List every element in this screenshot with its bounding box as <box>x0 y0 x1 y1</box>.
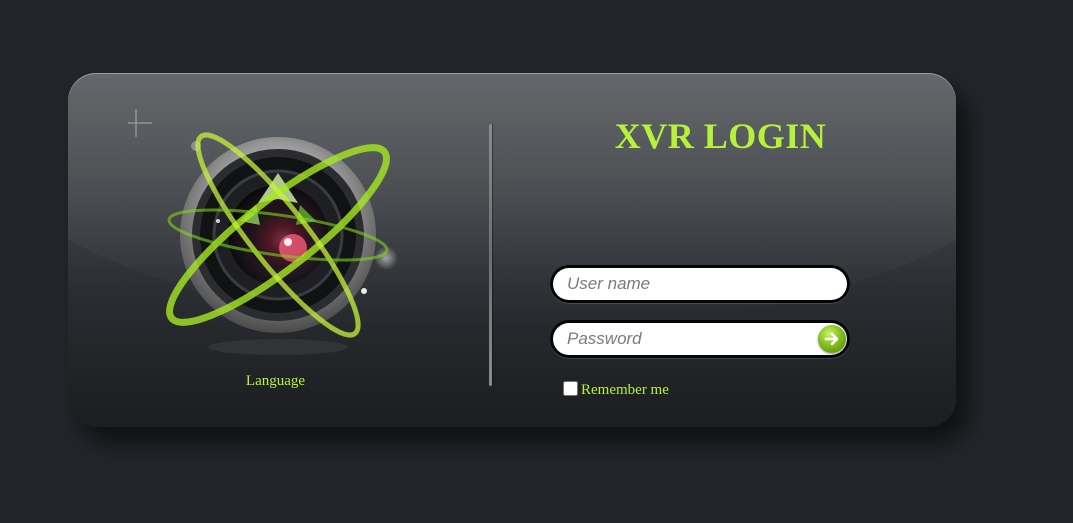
camera-lens-icon <box>128 109 398 355</box>
vertical-divider <box>489 124 492 386</box>
page-title: XVR LOGIN <box>614 116 827 156</box>
password-input[interactable] <box>553 323 847 355</box>
login-submit-button[interactable] <box>818 325 846 353</box>
arrow-right-icon <box>824 332 839 346</box>
remember-me-row: Remember me <box>563 378 669 398</box>
username-field-frame <box>550 265 850 303</box>
language-link[interactable]: Language <box>218 373 333 390</box>
password-field-frame <box>550 320 850 358</box>
login-panel: Language XVR LOGIN Remember me <box>68 73 956 427</box>
username-input[interactable] <box>553 268 847 300</box>
remember-me-label[interactable]: Remember me <box>581 382 669 399</box>
login-page: Language XVR LOGIN Remember me <box>0 0 1073 523</box>
remember-me-checkbox[interactable] <box>563 380 578 396</box>
